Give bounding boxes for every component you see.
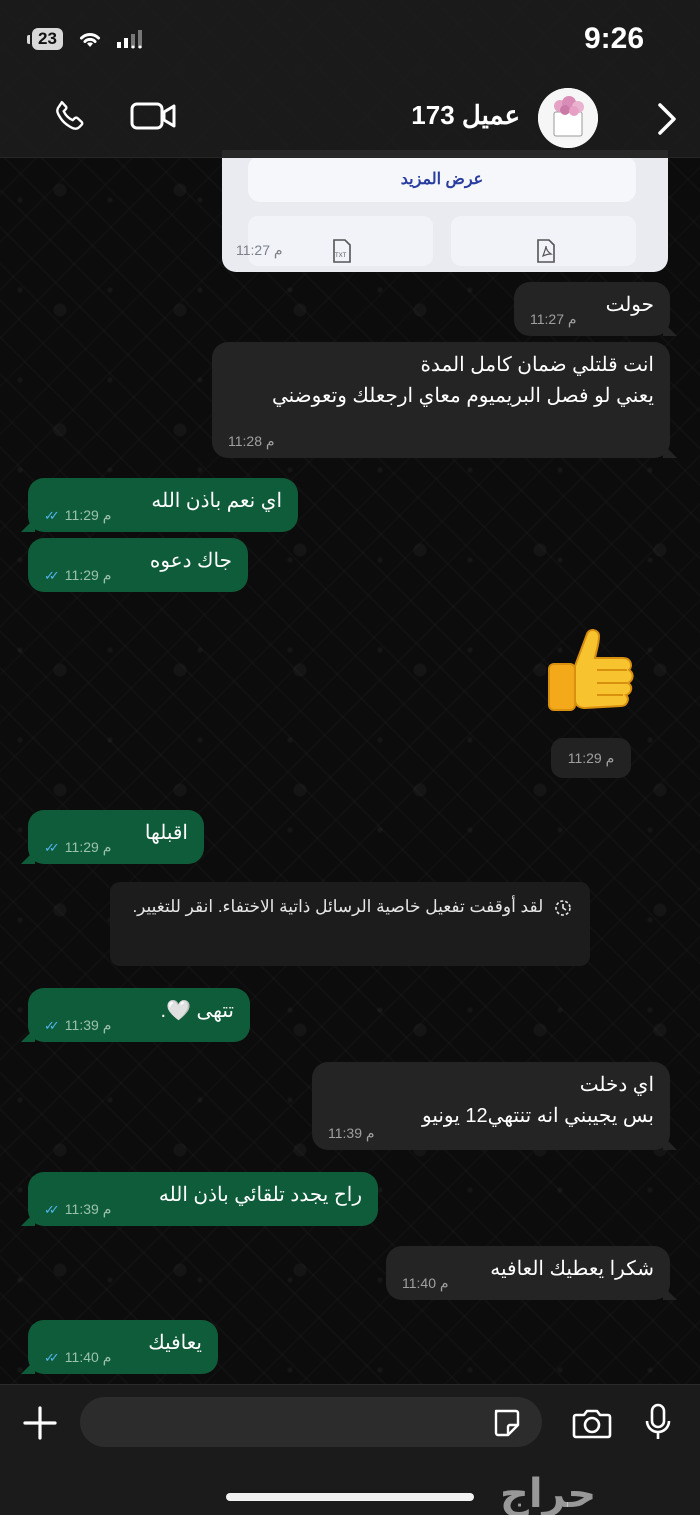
message-time: ✓✓ 11:39 م [44,1201,112,1217]
message-time: ✓✓ 11:39 م [44,1017,112,1033]
sticker-icon[interactable] [490,1407,522,1439]
timer-icon [554,899,572,917]
double-check-icon: ✓✓ [44,1349,60,1365]
composer-bar: حراج [0,1384,700,1515]
video-call-icon[interactable] [130,100,176,132]
message-text-line: بس يجيبني انه تنتهي12 يونيو [422,1105,654,1127]
wifi-icon [77,29,103,49]
phone-icon[interactable] [52,98,88,134]
link-preview-card[interactable]: عرض المزيد 11:27 م TXT [222,150,668,272]
pdf-file-icon [534,238,558,264]
microphone-icon[interactable] [644,1403,672,1443]
status-indicators: 23 [27,28,143,50]
status-time: 9:26 [583,22,644,55]
message-time: ✓✓ 11:29 م [44,567,112,583]
chat-header: 23 9:26 عميل 173 [0,0,700,158]
message-time: ✓✓ 11:29 م [44,507,112,523]
message-time: 11:27 م [236,242,283,258]
incoming-message[interactable]: حولت 11:27 م [514,282,670,336]
contact-avatar[interactable] [538,88,598,148]
thumbs-up-icon [548,629,634,711]
outgoing-message[interactable]: اقبلها ✓✓ 11:29 م [28,810,204,864]
show-more-button[interactable]: عرض المزيد [248,156,636,202]
message-time: 11:39 م [328,1125,375,1141]
message-time: 11:29 م [551,738,631,778]
outgoing-message[interactable]: اي نعم باذن الله ✓✓ 11:29 م [28,478,298,532]
outgoing-message[interactable]: يعافيك ✓✓ 11:40 م [28,1320,218,1374]
battery-indicator: 23 [27,28,63,50]
message-time: 11:27 م [530,311,577,327]
double-check-icon: ✓✓ [44,507,60,523]
notice-text: لقد أوقفت تفعيل خاصية الرسائل ذاتية الاخ… [132,897,544,916]
message-time: ✓✓ 11:40 م [44,1349,112,1365]
double-check-icon: ✓✓ [44,1201,60,1217]
disappearing-messages-notice[interactable]: لقد أوقفت تفعيل خاصية الرسائل ذاتية الاخ… [110,882,590,966]
message-time: ✓✓ 11:29 م [44,839,112,855]
outgoing-message[interactable]: راح يجدد تلقائي باذن الله ✓✓ 11:39 م [28,1172,378,1226]
outgoing-message[interactable]: جاك دعوه ✓✓ 11:29 م [28,538,248,592]
chevron-right-icon[interactable] [652,100,680,138]
plus-icon[interactable] [22,1405,58,1441]
incoming-message[interactable]: شكرا يعطيك العافيه 11:40 م [386,1246,670,1300]
message-text-line: انت قلتلي ضمان كامل المدة [420,354,655,376]
incoming-message[interactable]: اي دخلت بس يجيبني انه تنتهي12 يونيو 11:3… [312,1062,670,1150]
thumbs-up-emoji-message[interactable] [535,622,645,732]
message-time: 11:40 م [402,1275,449,1291]
outgoing-message[interactable]: تتهى 🤍. ✓✓ 11:39 م [28,988,250,1042]
signal-icon [116,29,143,49]
home-indicator [226,1493,474,1501]
svg-text:TXT: TXT [335,253,347,259]
txt-file-icon: TXT [330,238,354,264]
contact-name[interactable]: عميل 173 [411,100,520,131]
message-time: 11:28 م [228,433,275,449]
message-text-line: يعني لو فصل البريميوم معاي ارجعلك وتعوضن… [271,385,654,407]
double-check-icon: ✓✓ [44,1017,60,1033]
double-check-icon: ✓✓ [44,839,60,855]
incoming-message[interactable]: انت قلتلي ضمان كامل المدة يعني لو فصل ال… [212,342,670,458]
message-text-line: اي دخلت [579,1074,654,1096]
camera-icon[interactable] [572,1407,612,1439]
double-check-icon: ✓✓ [44,567,60,583]
message-input[interactable] [80,1397,542,1447]
watermark-logo: حراج [500,1471,597,1515]
